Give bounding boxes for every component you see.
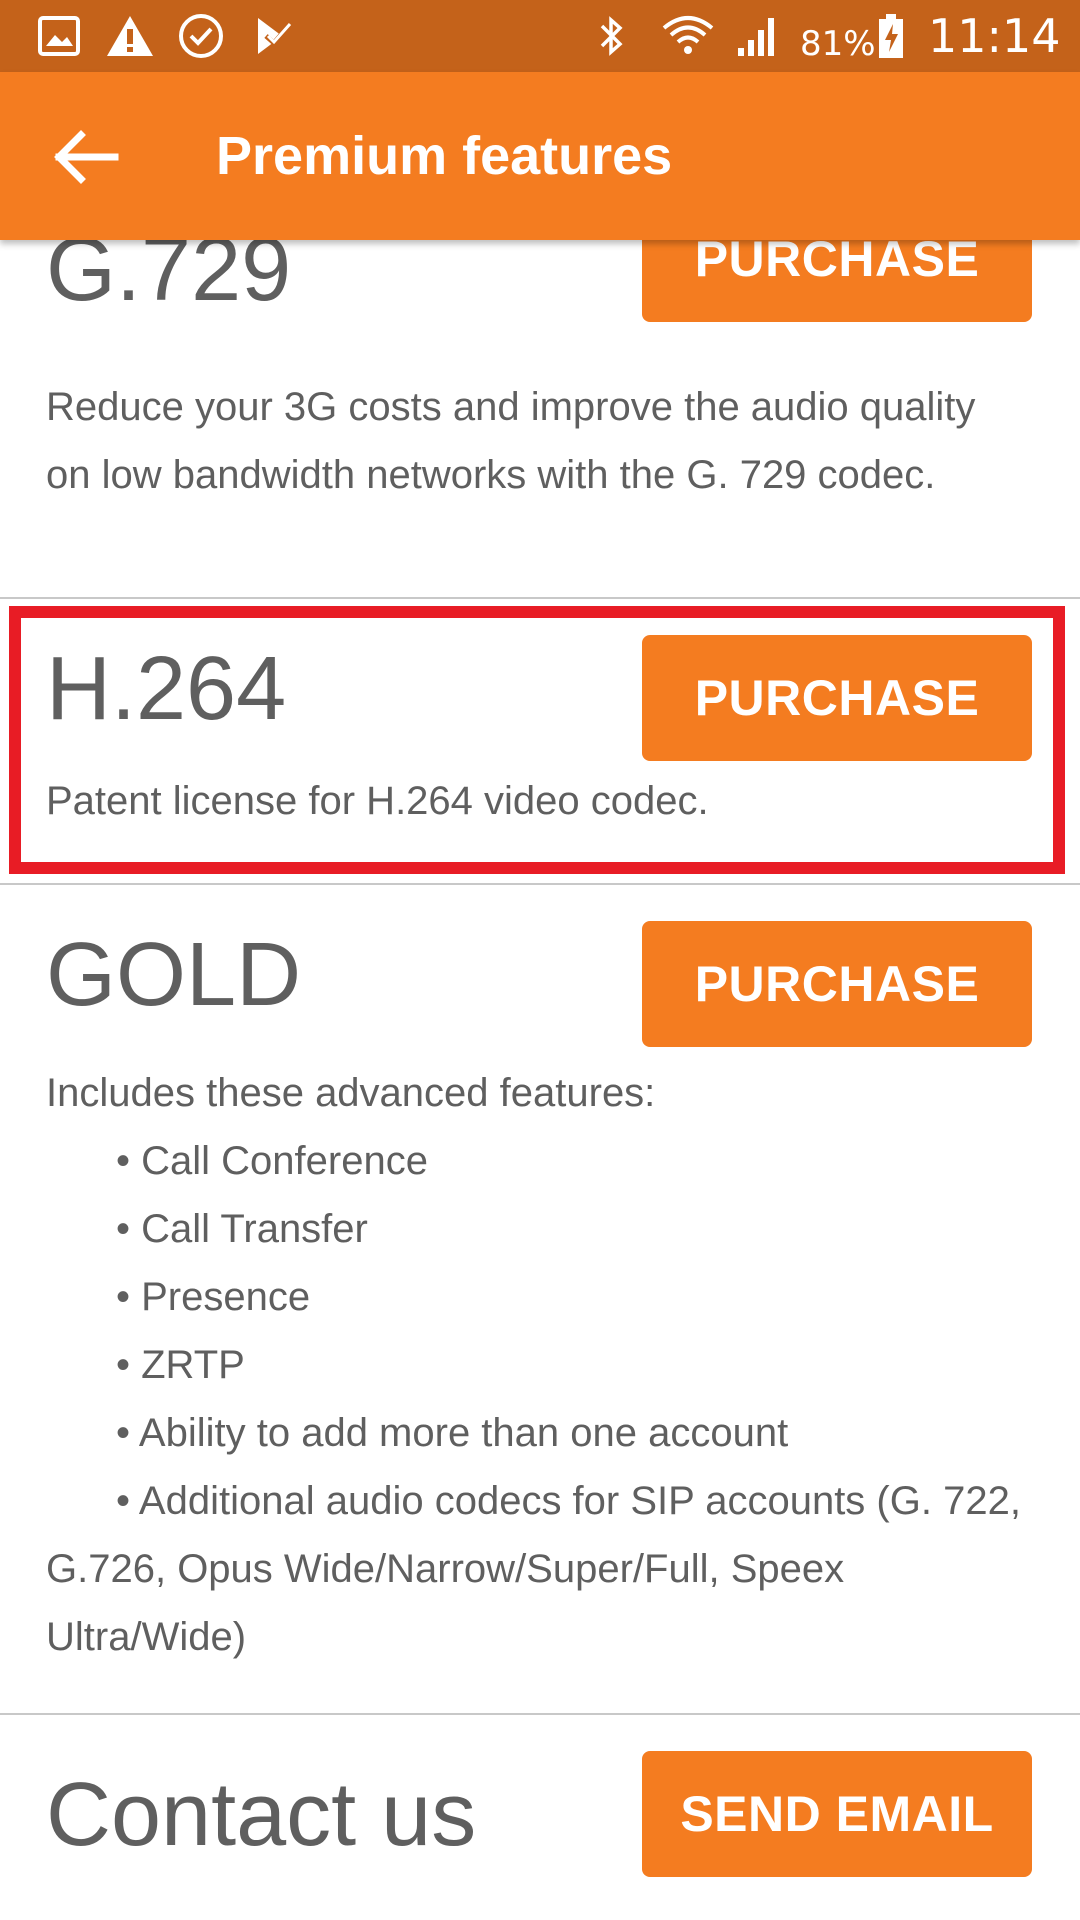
gold-feature-list: • Call Conference • Call Transfer • Pres… (46, 1127, 1036, 1671)
list-item: • Call Transfer (116, 1207, 368, 1251)
feature-description: Patent license for H.264 video codec. (46, 779, 709, 823)
signal-icon (738, 18, 774, 56)
feature-title: G.729 (46, 240, 292, 320)
check-circle-icon (179, 14, 223, 58)
list-item: • Presence (116, 1275, 311, 1319)
purchase-h264-button[interactable]: PURCHASE (642, 635, 1032, 761)
divider (0, 883, 1080, 885)
page-title: Premium features (216, 126, 673, 186)
list-item: • Call Conference (116, 1139, 428, 1183)
back-button[interactable] (36, 112, 136, 202)
feature-intro: Includes these advanced features: (46, 1071, 656, 1115)
gallery-icon (38, 16, 80, 56)
list-item: • ZRTP (116, 1343, 245, 1387)
send-email-button[interactable]: SEND EMAIL (642, 1751, 1032, 1877)
back-arrow-icon (54, 130, 119, 184)
feature-description: Reduce your 3G costs and improve the aud… (46, 385, 976, 497)
list-item: • Ability to add more than one account (116, 1411, 789, 1455)
purchase-g729-button[interactable]: PURCHASE (642, 240, 1032, 322)
feature-title: H.264 (46, 639, 287, 739)
purchase-gold-button[interactable]: PURCHASE (642, 921, 1032, 1047)
contact-title: Contact us (46, 1765, 477, 1865)
features-list[interactable]: G.729 PURCHASE Reduce your 3G costs and … (0, 240, 1080, 1920)
bluetooth-icon (600, 16, 623, 56)
divider (0, 597, 1080, 599)
checkmark-icon (258, 18, 294, 54)
battery-charging-icon (879, 14, 903, 58)
battery-percent: 81% (800, 24, 876, 64)
wifi-icon (662, 16, 714, 54)
clock: 11:14 (928, 9, 1061, 63)
feature-title: GOLD (46, 925, 302, 1025)
feature-description: Includes these advanced features: • Call… (46, 1059, 1036, 1671)
warning-icon (107, 16, 153, 56)
app-bar: Premium features (0, 72, 1080, 240)
list-item: • Additional audio codecs for SIP accoun… (46, 1479, 1021, 1659)
status-bar: 81% 11:14 (0, 0, 1080, 72)
divider (0, 1713, 1080, 1715)
